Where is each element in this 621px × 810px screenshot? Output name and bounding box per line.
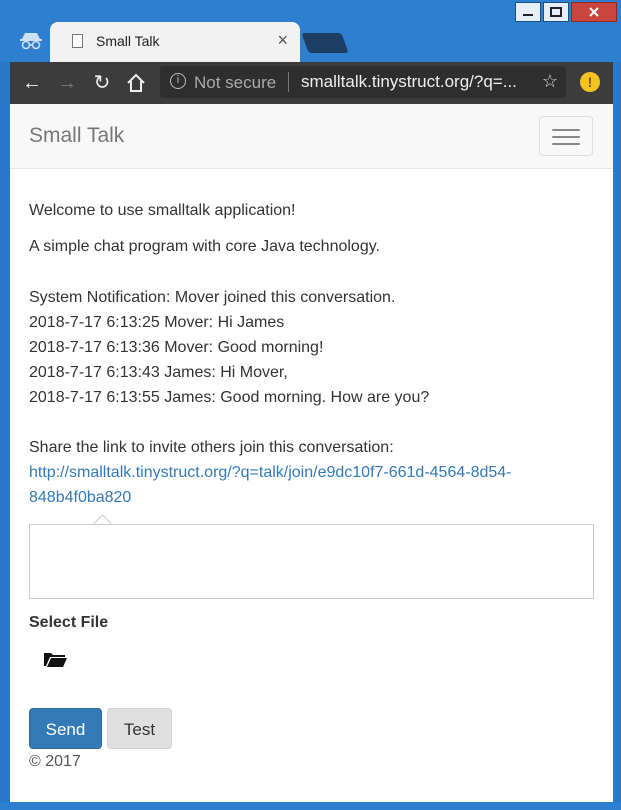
back-icon[interactable]: ← xyxy=(20,71,44,95)
select-file-label: Select File xyxy=(29,614,109,631)
security-label: Not secure xyxy=(194,73,277,92)
window-bottom-border xyxy=(0,802,621,810)
reload-icon[interactable]: ↻ xyxy=(90,71,114,95)
message-line: 2018-7-17 6:13:25 Mover: Hi James xyxy=(29,314,285,331)
close-icon xyxy=(589,7,599,17)
test-button[interactable]: Test xyxy=(107,708,172,749)
folder-open-icon[interactable] xyxy=(43,649,67,669)
browser-tab[interactable]: Small Talk × xyxy=(50,22,300,62)
title-bar: Small Talk × xyxy=(0,0,621,62)
app-navbar: Small Talk xyxy=(10,104,613,169)
message-line: 2018-7-17 6:13:43 James: Hi Mover, xyxy=(29,364,288,381)
welcome-text: Welcome to use smalltalk application! xyxy=(29,202,296,219)
share-link-continued[interactable]: 848b4f0ba820 xyxy=(29,489,131,507)
incognito-icon xyxy=(20,33,42,50)
minimize-icon xyxy=(523,14,533,16)
page-icon xyxy=(72,34,83,48)
message-line: 2018-7-17 6:13:36 Mover: Good morning! xyxy=(29,339,324,356)
alert-icon[interactable]: ! xyxy=(580,72,600,92)
share-link[interactable]: http://smalltalk.tinystruct.org/?q=talk/… xyxy=(29,464,512,482)
new-tab-button[interactable] xyxy=(301,33,349,53)
tab-title: Small Talk xyxy=(96,33,160,49)
send-button[interactable]: Send xyxy=(29,708,102,749)
close-window-button[interactable] xyxy=(571,2,617,22)
info-icon[interactable]: i xyxy=(170,73,186,89)
message-line: 2018-7-17 6:13:55 James: Good morning. H… xyxy=(29,389,430,406)
window-controls xyxy=(513,2,617,22)
hamburger-bar xyxy=(552,143,580,145)
minimize-button[interactable] xyxy=(515,2,541,22)
message-input[interactable] xyxy=(29,524,594,599)
home-icon[interactable] xyxy=(124,71,148,95)
brand-title[interactable]: Small Talk xyxy=(29,124,124,148)
browser-toolbar: ← → ↻ i Not secure smalltalk.tinystruct.… xyxy=(10,62,613,104)
address-separator xyxy=(288,72,289,92)
address-bar[interactable]: i Not secure smalltalk.tinystruct.org/?q… xyxy=(160,66,566,98)
hamburger-bar xyxy=(552,129,580,131)
share-text: Share the link to invite others join thi… xyxy=(29,439,394,456)
tab-close-icon[interactable]: × xyxy=(277,30,288,51)
message-line: System Notification: Mover joined this c… xyxy=(29,289,396,306)
copyright-footer: © 2017 xyxy=(29,753,81,770)
url-text[interactable]: smalltalk.tinystruct.org/?q=... xyxy=(301,72,531,92)
hamburger-bar xyxy=(552,136,580,138)
bookmark-star-icon[interactable]: ☆ xyxy=(542,71,558,92)
subtitle-text: A simple chat program with core Java tec… xyxy=(29,238,380,255)
menu-toggle-button[interactable] xyxy=(539,116,593,156)
maximize-button[interactable] xyxy=(543,2,569,22)
page-viewport: Small Talk Welcome to use smalltalk appl… xyxy=(10,104,613,802)
maximize-icon xyxy=(550,7,562,17)
forward-icon[interactable]: → xyxy=(55,71,79,95)
browser-window: Small Talk × ← → ↻ i Not secure smalltal… xyxy=(0,0,621,810)
